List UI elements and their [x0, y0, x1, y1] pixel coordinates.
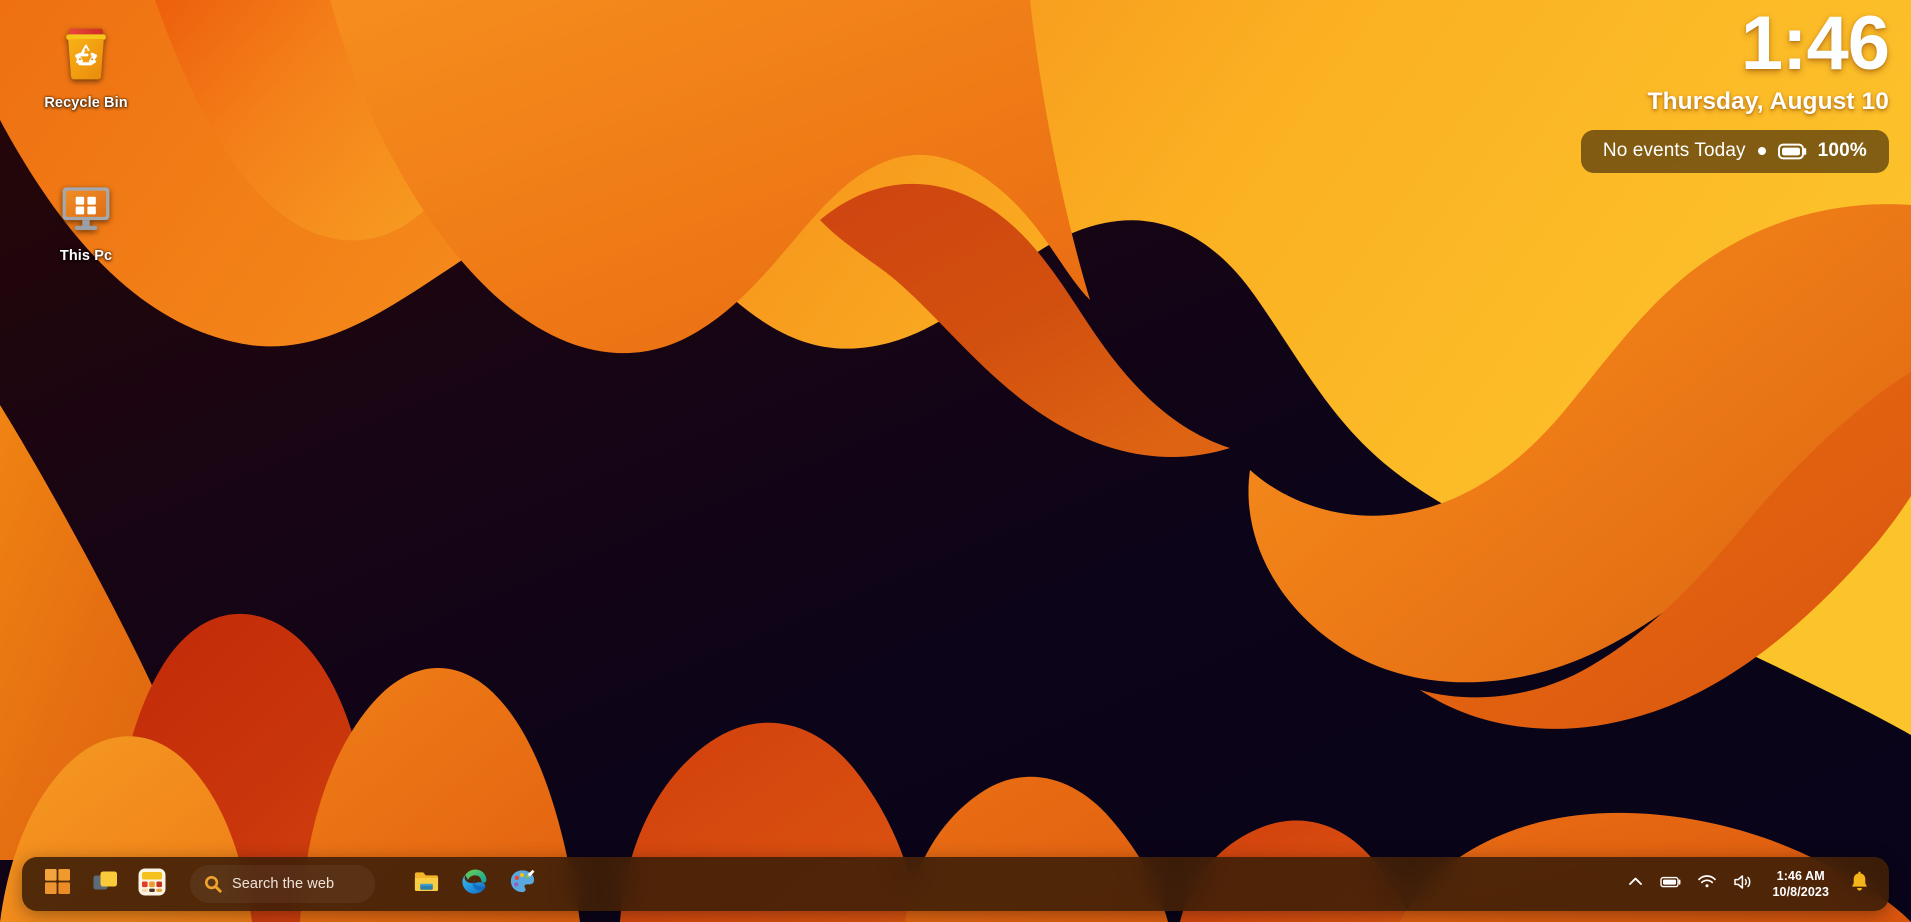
- search-placeholder: Search the web: [232, 876, 335, 892]
- taskbar-pinned-apps: [404, 863, 544, 905]
- bell-icon: [1849, 871, 1870, 898]
- clock-date: Thursday, August 10: [1647, 88, 1889, 116]
- paint-button[interactable]: [500, 863, 544, 905]
- network-tray-button[interactable]: [1690, 864, 1724, 904]
- taskbar-clock-date: 10/8/2023: [1772, 885, 1829, 899]
- recycle-bin-icon: [54, 22, 118, 86]
- battery-percent: 100%: [1817, 140, 1867, 162]
- taskbar-clock[interactable]: 1:46 AM 10/8/2023: [1762, 863, 1839, 905]
- battery-full-icon: [1777, 143, 1808, 160]
- widgets-icon: [138, 868, 166, 901]
- desktop-icon-label: This Pc: [59, 248, 113, 264]
- edge-button[interactable]: [452, 863, 496, 905]
- desktop-icon-recycle-bin[interactable]: Recycle Bin: [16, 22, 156, 112]
- notifications-button[interactable]: [1841, 864, 1877, 904]
- chevron-up-icon: [1627, 873, 1644, 895]
- show-hidden-icons-button[interactable]: [1618, 864, 1652, 904]
- edge-icon: [461, 868, 488, 900]
- widgets-button[interactable]: [130, 863, 174, 905]
- paint-palette-icon: [509, 868, 536, 900]
- desktop-icon-this-pc[interactable]: This Pc: [16, 175, 156, 265]
- desktop-icon-label: Recycle Bin: [44, 95, 128, 111]
- folder-icon: [413, 868, 440, 900]
- windows-logo-icon: [45, 868, 71, 900]
- task-view-icon: [92, 868, 119, 900]
- desktop-clock-widget: 1:46 Thursday, August 10 No events Today…: [1580, 1, 1890, 174]
- taskbar-left-group: Search the web: [22, 863, 544, 905]
- system-tray: 1:46 AM 10/8/2023: [1618, 863, 1889, 905]
- wifi-icon: [1697, 873, 1717, 895]
- this-pc-icon: [54, 175, 118, 239]
- speaker-icon: [1733, 873, 1754, 896]
- taskbar-clock-time: 1:46 AM: [1776, 869, 1825, 883]
- taskbar: Search the web 1:46 AM 10/8/2023: [22, 857, 1889, 911]
- task-view-button[interactable]: [83, 863, 127, 905]
- start-button[interactable]: [36, 863, 80, 905]
- search-icon: [204, 875, 222, 893]
- desktop[interactable]: Recycle Bin This Pc 1:46 Thursday, Augus…: [0, 0, 1911, 922]
- volume-tray-button[interactable]: [1726, 864, 1760, 904]
- status-badge: No events Today 100%: [1580, 130, 1889, 174]
- dot-separator-icon: [1757, 147, 1766, 156]
- battery-tray-button[interactable]: [1654, 864, 1688, 904]
- file-explorer-button[interactable]: [404, 863, 448, 905]
- clock-time: 1:46: [1740, 1, 1890, 86]
- search-input[interactable]: Search the web: [190, 865, 375, 903]
- events-text: No events Today: [1602, 140, 1746, 162]
- battery-full-icon: [1660, 874, 1682, 895]
